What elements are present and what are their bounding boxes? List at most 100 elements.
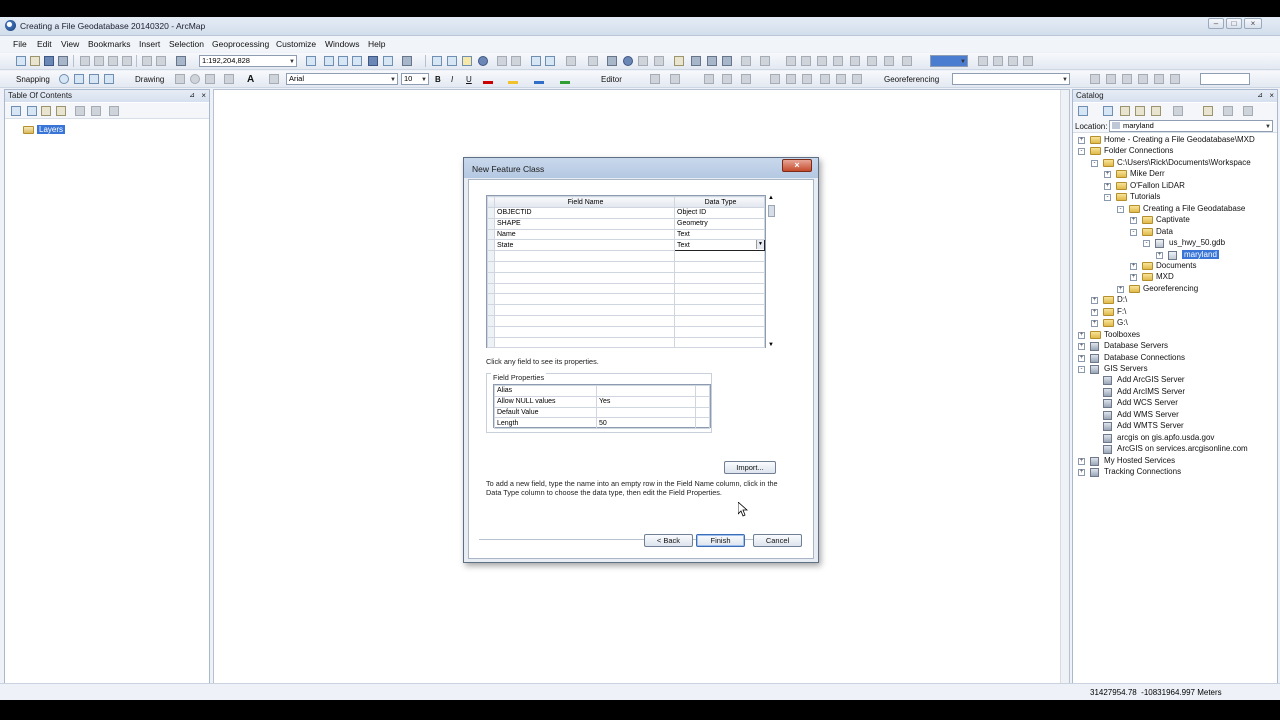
- expand-icon[interactable]: +: [1130, 217, 1137, 225]
- catalog-tree-label[interactable]: Folder Connections: [1104, 146, 1173, 155]
- fields-scrollbar[interactable]: ▲ ▼: [767, 195, 776, 348]
- catalog-tree-item[interactable]: + Mike Derr: [1073, 169, 1277, 180]
- layout-tool-10-icon[interactable]: [993, 56, 1003, 66]
- marker-color-icon[interactable]: [560, 74, 570, 84]
- edit-tool-8-icon[interactable]: [820, 74, 830, 84]
- field-row[interactable]: [487, 260, 765, 273]
- catalog-tree-label[interactable]: Add WCS Server: [1117, 398, 1178, 407]
- callout-icon[interactable]: [269, 74, 279, 84]
- bold-button[interactable]: B: [435, 75, 441, 84]
- layout-tool-2-icon[interactable]: [801, 56, 811, 66]
- row-selector[interactable]: [487, 314, 495, 327]
- data-type-cell[interactable]: [674, 325, 765, 338]
- full-extent-icon[interactable]: [478, 56, 488, 66]
- data-type-cell[interactable]: [674, 304, 765, 316]
- redo-icon[interactable]: [156, 56, 166, 66]
- map-scale-combo[interactable]: 1:192,204,828 ▼: [199, 55, 297, 67]
- catalog-tree-label[interactable]: Mike Derr: [1130, 169, 1165, 178]
- menu-insert[interactable]: Insert: [139, 39, 160, 49]
- field-name-cell[interactable]: [494, 250, 675, 262]
- catalog-tree-item[interactable]: Add ArcIMS Server: [1073, 387, 1277, 398]
- catalog-tree-label[interactable]: Tutorials: [1130, 192, 1160, 201]
- location-combo[interactable]: maryland ▼: [1109, 120, 1273, 132]
- python-window-icon[interactable]: [383, 56, 393, 66]
- time-slider-icon[interactable]: [741, 56, 751, 66]
- identify-icon[interactable]: [623, 56, 633, 66]
- font-name-combo[interactable]: Arial ▼: [286, 73, 398, 85]
- line-color-icon[interactable]: [534, 74, 544, 84]
- field-row[interactable]: [487, 325, 765, 338]
- go-to-xy-icon[interactable]: [722, 56, 732, 66]
- georef-tool-2-icon[interactable]: [1106, 74, 1116, 84]
- catalog-tree-item[interactable]: + Captivate: [1073, 215, 1277, 226]
- print-icon[interactable]: [58, 56, 68, 66]
- measure-icon[interactable]: [674, 56, 684, 66]
- field-row[interactable]: [487, 304, 765, 316]
- catalog-tree-label[interactable]: Add WMTS Server: [1117, 421, 1184, 430]
- field-row[interactable]: [487, 293, 765, 306]
- catalog-tree-label[interactable]: Documents: [1156, 261, 1196, 270]
- cut-icon[interactable]: [80, 56, 90, 66]
- catalog-tree-item[interactable]: + maryland: [1073, 249, 1277, 261]
- catalog-tree-label[interactable]: maryland: [1182, 249, 1219, 259]
- collapse-icon[interactable]: -: [1117, 205, 1124, 213]
- data-type-cell[interactable]: [674, 293, 765, 306]
- catalog-tree-label[interactable]: Add ArcGIS Server: [1117, 375, 1185, 384]
- menu-bookmarks[interactable]: Bookmarks: [88, 39, 131, 49]
- georef-tool-5-icon[interactable]: [1154, 74, 1164, 84]
- catalog-tree-label[interactable]: us_hwy_50.gdb: [1169, 238, 1225, 247]
- catalog-tree-item[interactable]: Add WMTS Server: [1073, 421, 1277, 432]
- forward-arrow-icon[interactable]: [1103, 106, 1113, 116]
- row-selector[interactable]: [487, 239, 495, 252]
- field-row[interactable]: State Text ▼: [487, 239, 765, 252]
- field-row[interactable]: [487, 314, 765, 327]
- rectangle-icon[interactable]: [224, 74, 234, 84]
- zoom-in-icon[interactable]: [432, 56, 442, 66]
- edit-tool-6-icon[interactable]: [786, 74, 796, 84]
- field-name-cell[interactable]: [494, 304, 675, 316]
- georef-layer-combo[interactable]: ▼: [952, 73, 1070, 85]
- drawing-menu[interactable]: Drawing: [135, 75, 164, 84]
- catalog-tree-label[interactable]: ArcGIS on services.arcgisonline.com: [1117, 444, 1248, 453]
- catalog-tree-item[interactable]: - us_hwy_50.gdb: [1073, 238, 1277, 249]
- catalog-tree-label[interactable]: Data: [1156, 227, 1173, 236]
- chevron-down-icon[interactable]: ▼: [756, 240, 764, 250]
- close-window-button[interactable]: ×: [1244, 18, 1262, 29]
- edge-snapping-icon[interactable]: [104, 74, 114, 84]
- straight-segment-icon[interactable]: [670, 74, 680, 84]
- catalog-tree-item[interactable]: + My Hosted Services: [1073, 456, 1277, 467]
- zoom-to-selected-icon[interactable]: [205, 74, 215, 84]
- data-type-cell[interactable]: Object ID: [674, 207, 765, 219]
- data-type-cell[interactable]: [674, 314, 765, 327]
- find-route-icon[interactable]: [707, 56, 717, 66]
- data-type-cell[interactable]: [674, 250, 765, 262]
- scroll-down-icon[interactable]: ▼: [768, 342, 774, 348]
- layout-zoom-combo[interactable]: ▼: [930, 55, 968, 67]
- row-selector[interactable]: [487, 250, 495, 262]
- layout-tool-9-icon[interactable]: [978, 56, 988, 66]
- field-name-cell[interactable]: Name: [494, 228, 675, 241]
- row-selector[interactable]: [487, 260, 495, 273]
- pin-icon[interactable]: ⊿: [1257, 90, 1263, 102]
- menu-help[interactable]: Help: [368, 39, 385, 49]
- menu-geoprocessing[interactable]: Geoprocessing: [212, 39, 269, 49]
- hyperlink-icon[interactable]: [638, 56, 648, 66]
- edit-tool-icon[interactable]: [650, 74, 660, 84]
- edit-tool-7-icon[interactable]: [802, 74, 812, 84]
- catalog-tree-item[interactable]: - Folder Connections: [1073, 146, 1277, 157]
- layout-tool-6-icon[interactable]: [867, 56, 877, 66]
- field-name-cell[interactable]: State: [494, 239, 675, 252]
- layout-tool-4-icon[interactable]: [833, 56, 843, 66]
- layout-tool-8-icon[interactable]: [902, 56, 912, 66]
- font-color-icon[interactable]: [483, 74, 493, 84]
- field-row[interactable]: OBJECTID Object ID: [487, 207, 765, 219]
- catalog-tree-label[interactable]: Home - Creating a File Geodatabase\MXD: [1104, 135, 1255, 144]
- catalog-tree-item[interactable]: + Documents: [1073, 261, 1277, 272]
- catalog-tree-item[interactable]: + Database Servers: [1073, 341, 1277, 352]
- pin-icon[interactable]: ⊿: [189, 90, 195, 102]
- edit-tool-2-icon[interactable]: [704, 74, 714, 84]
- catalog-tree-label[interactable]: Add ArcIMS Server: [1117, 387, 1185, 396]
- field-row[interactable]: SHAPE Geometry: [487, 217, 765, 230]
- property-value[interactable]: 50: [596, 417, 696, 430]
- expand-icon[interactable]: +: [1078, 331, 1085, 339]
